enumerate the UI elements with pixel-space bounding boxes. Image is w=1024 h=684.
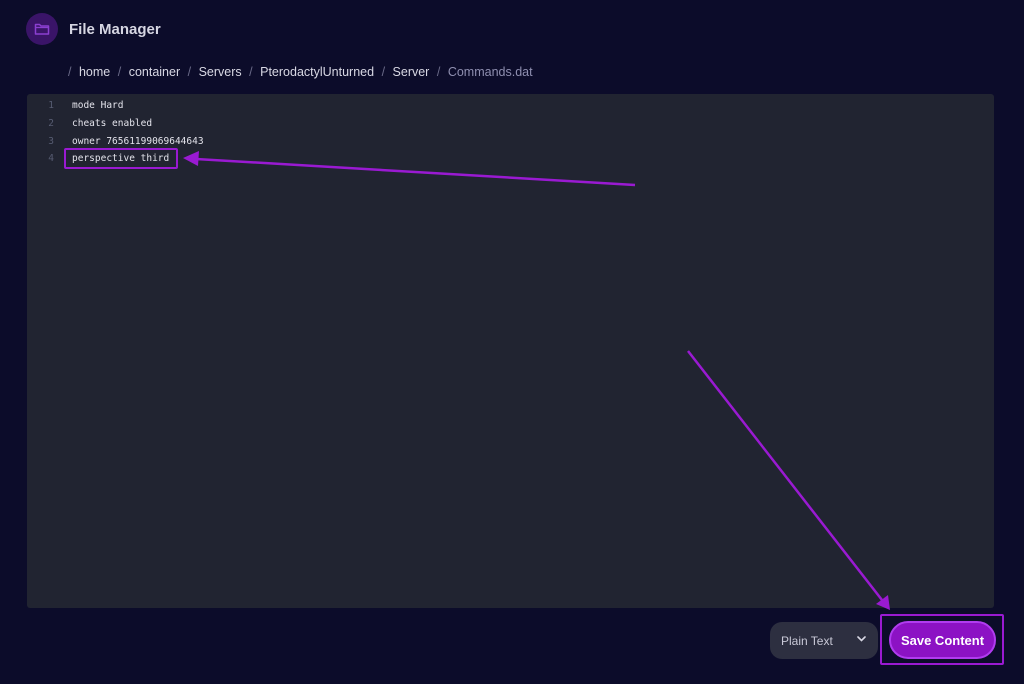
syntax-mode-select[interactable]: Plain Text <box>770 622 878 659</box>
code-editor[interactable]: 1 mode Hard 2 cheats enabled 3 owner 765… <box>27 94 994 608</box>
breadcrumb-separator: / <box>117 65 122 79</box>
page-header: File Manager <box>26 13 161 45</box>
annotation-highlight-line <box>64 148 178 169</box>
breadcrumb-home[interactable]: home <box>79 65 110 79</box>
editor-line[interactable]: 2 cheats enabled <box>27 115 994 132</box>
line-number: 3 <box>48 136 54 147</box>
page-title: File Manager <box>69 20 161 38</box>
line-text[interactable]: cheats enabled <box>72 115 152 132</box>
breadcrumb-servers[interactable]: Servers <box>199 65 242 79</box>
line-number: 2 <box>48 118 54 129</box>
syntax-mode-value: Plain Text <box>781 633 833 648</box>
chevron-down-icon <box>857 636 866 642</box>
breadcrumb-server[interactable]: Server <box>393 65 430 79</box>
breadcrumb-separator: / <box>249 65 253 79</box>
save-content-button[interactable]: Save Content <box>889 621 996 659</box>
folder-icon <box>26 13 58 45</box>
breadcrumb-separator: / <box>436 65 441 79</box>
line-number: 4 <box>48 153 54 164</box>
breadcrumb-current-file: Commands.dat <box>447 65 533 79</box>
editor-line[interactable]: 1 mode Hard <box>27 97 994 114</box>
line-number: 1 <box>48 100 54 111</box>
line-text[interactable]: mode Hard <box>72 97 123 114</box>
breadcrumb-container[interactable]: container <box>129 65 180 79</box>
breadcrumb-pterodactylunturned[interactable]: PterodactylUnturned <box>260 65 374 79</box>
breadcrumb-separator: / <box>381 65 386 79</box>
breadcrumb-separator: / <box>187 65 192 79</box>
breadcrumb: / home / container / Servers / Pterodact… <box>64 65 533 79</box>
breadcrumb-separator: / <box>68 65 72 79</box>
